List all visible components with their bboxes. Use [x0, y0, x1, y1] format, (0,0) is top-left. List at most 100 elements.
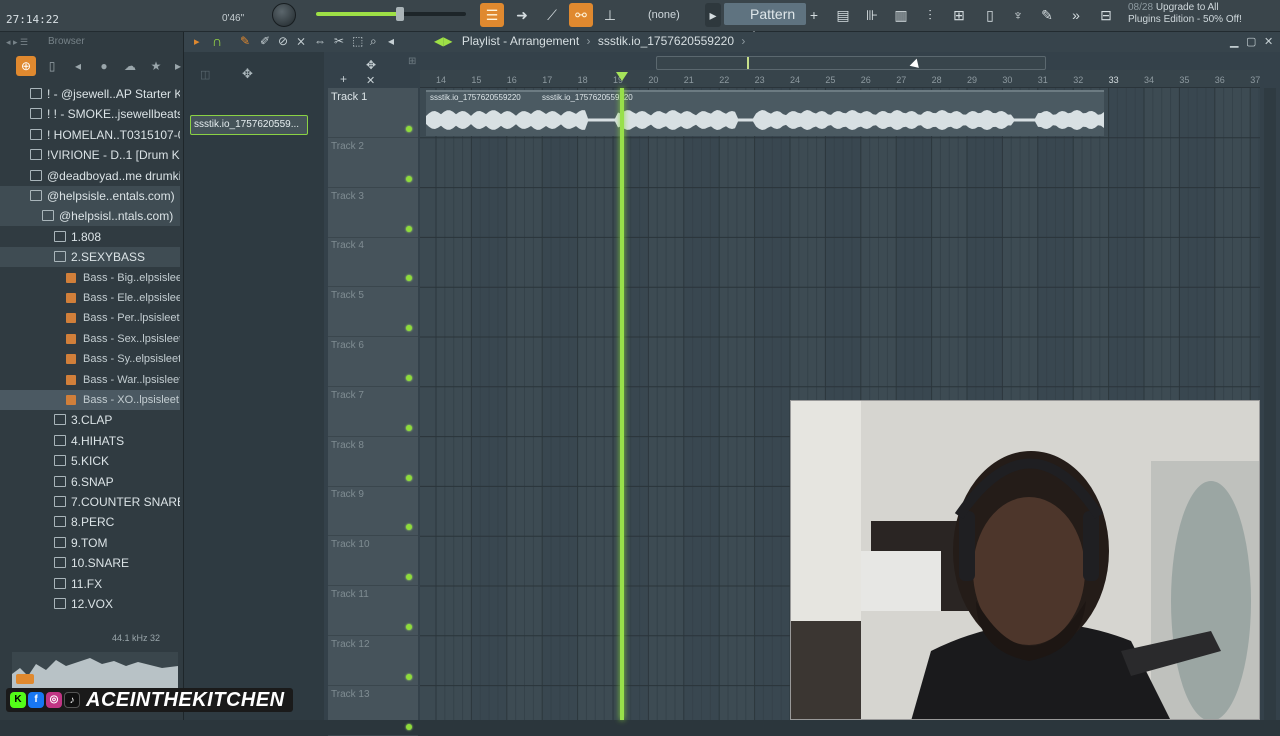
browser-menu-icon[interactable]: ◂ ▸ ☰ — [6, 37, 28, 48]
track-enable-led[interactable] — [406, 325, 412, 332]
snap-select[interactable]: (none) — [642, 6, 698, 24]
grid-options-icon[interactable]: ⊞ — [408, 56, 416, 67]
browser-folder-item[interactable]: 1.808 — [0, 227, 180, 247]
track-enable-led[interactable] — [406, 175, 412, 182]
move-icon[interactable]: ✥ — [366, 58, 376, 72]
track-enable-led[interactable] — [406, 275, 412, 282]
track-header[interactable]: Track 2 — [328, 138, 418, 188]
pencil-tool-icon[interactable]: ✎ — [240, 34, 250, 48]
browser-file-item[interactable]: Bass - Per..lpsisleet — [0, 308, 180, 328]
browser-speaker-icon[interactable]: ◂ — [68, 56, 88, 76]
track-enable-led[interactable] — [406, 624, 412, 630]
browser-tree-icon[interactable]: ⊞ — [947, 3, 971, 27]
browser-folder-item[interactable]: 4.HIHATS — [0, 431, 180, 451]
file-icon[interactable]: ▯ — [978, 3, 1002, 27]
arrow-right-icon[interactable]: ➜ — [510, 3, 534, 27]
browser-folder-item[interactable]: 12.VOX — [0, 594, 180, 614]
slip-tool-icon[interactable]: ⇔ — [314, 34, 326, 48]
vertical-scrollbar[interactable] — [1264, 88, 1276, 720]
cart-icon[interactable]: ⊟ — [1094, 3, 1118, 27]
track-header[interactable]: Track 3 — [328, 188, 418, 238]
track-header[interactable]: Track 9 — [328, 486, 418, 537]
pattern-list-item[interactable]: ssstik.io_1757620559... — [190, 115, 308, 135]
playlist-icon[interactable]: ▤ — [831, 3, 855, 27]
magnet-icon[interactable]: ∩ — [212, 33, 222, 49]
track-enable-led[interactable] — [406, 225, 412, 232]
browser-file-item[interactable]: Bass - Sex..lpsisleet — [0, 329, 180, 349]
track-enable-led[interactable] — [406, 474, 412, 481]
breadcrumb-chevron-icon[interactable]: › — [741, 34, 745, 48]
browser-folder-item[interactable]: !VIRIONE - D..1 [Drum Kit] — [0, 145, 180, 165]
master-volume-handle[interactable] — [396, 7, 404, 21]
pencil-icon[interactable]: ⟋ — [540, 3, 564, 27]
add-pattern-icon[interactable]: + — [806, 3, 822, 27]
browser-folder-item[interactable]: @helpsisle..entals.com) — [0, 186, 180, 206]
browser-folder-item[interactable]: 10.SNARE — [0, 553, 180, 573]
track-header[interactable]: Track 12 — [328, 636, 418, 686]
track-header[interactable]: Track 7 — [328, 387, 418, 437]
browser-folder-item[interactable]: 7.COUNTER SNARE — [0, 492, 180, 512]
track-header[interactable]: Track 11 — [328, 586, 418, 636]
channel-rack-icon[interactable]: ▥ — [889, 3, 913, 27]
browser-folder-item[interactable]: 5.KICK — [0, 451, 180, 471]
track-header[interactable]: Track 10 — [328, 536, 418, 587]
track-enable-led[interactable] — [406, 126, 412, 132]
browser-cloud-icon[interactable]: ☁ — [120, 56, 140, 76]
track-enable-led[interactable] — [406, 673, 412, 680]
browser-file-item[interactable]: Bass - Big..elpsisleet — [0, 268, 180, 288]
forward-icon[interactable]: » — [1064, 3, 1088, 27]
browser-star-icon[interactable]: ★ — [146, 56, 166, 76]
wrench-icon[interactable]: ✎ — [1035, 3, 1059, 27]
plugin-icon[interactable]: ♆ — [1006, 3, 1030, 27]
browser-folder-item[interactable]: 3.CLAP — [0, 410, 180, 430]
playlist-play-icon[interactable]: ▸ — [194, 35, 200, 48]
track-enable-led[interactable] — [406, 723, 412, 730]
master-volume-slider[interactable] — [316, 7, 466, 21]
minimize-icon[interactable]: ▁ — [1230, 35, 1238, 48]
playback-tool-icon[interactable]: ◂ — [388, 34, 394, 48]
close-icon[interactable]: ✕ — [1264, 35, 1273, 48]
stamp-icon[interactable]: ⊥ — [598, 3, 622, 27]
track-header[interactable]: Track 4 — [328, 237, 418, 288]
master-pitch-knob[interactable] — [272, 3, 296, 27]
pattern-move-icon[interactable]: ✥ — [242, 66, 253, 82]
browser-file-item[interactable]: Bass - Sy..elpsisleet — [0, 349, 180, 369]
mixer-icon[interactable]: ⫶ — [918, 3, 942, 27]
track-header[interactable]: Track 1 — [328, 88, 418, 138]
browser-file-item[interactable]: Bass - War..lpsisleet — [0, 370, 180, 390]
play-pattern-icon[interactable]: ▸ — [705, 3, 721, 27]
track-enable-led[interactable] — [406, 574, 412, 581]
browser-plugin-icon[interactable]: ● — [94, 56, 114, 76]
slice-tool-icon[interactable]: ✂ — [334, 34, 344, 48]
browser-file-item[interactable]: Bass - Ele..elpsisleet — [0, 288, 180, 308]
playlist-window-icon[interactable]: ☰ — [480, 3, 504, 27]
browser-folder-item[interactable]: 6.SNAP — [0, 472, 180, 492]
track-enable-led[interactable] — [406, 424, 412, 431]
playhead-marker[interactable] — [616, 72, 629, 81]
browser-file-item[interactable]: Bass - XO..lpsisleet — [0, 390, 180, 410]
track-enable-led[interactable] — [406, 375, 412, 381]
browser-all-icon[interactable]: ⊕ — [16, 56, 36, 76]
delete-tool-icon[interactable]: ⊘ — [278, 34, 288, 48]
track-header[interactable]: Track 8 — [328, 437, 418, 487]
browser-folder-item[interactable]: 2.SEXYBASS — [0, 247, 180, 268]
pattern-filter-icon[interactable]: ◫ — [200, 68, 210, 81]
track-header[interactable]: Track 13 — [328, 686, 418, 736]
browser-file-icon[interactable]: ▯ — [42, 56, 62, 76]
track-header[interactable]: Track 5 — [328, 287, 418, 338]
mute-tool-icon[interactable]: ⨯ — [296, 34, 306, 48]
add-track-icon[interactable]: + — [340, 72, 347, 86]
horizontal-scrollbar[interactable] — [656, 56, 1046, 70]
pattern-selector[interactable]: Pattern 1 — [724, 3, 806, 44]
brush-tool-icon[interactable]: ✐ — [260, 34, 270, 48]
browser-folder-item[interactable]: 9.TOM — [0, 533, 180, 553]
link-icon[interactable]: ⚯ — [569, 3, 593, 27]
audio-clip[interactable]: ssstik.io_1757620559220 ssstik.io_175762… — [426, 90, 1104, 136]
browser-folder-item[interactable]: ! HOMELAN..T0315107-001 — [0, 125, 180, 145]
browser-folder-item[interactable]: @deadboyad..me drumkit — [0, 166, 180, 186]
close-tracks-icon[interactable]: ✕ — [366, 74, 375, 87]
select-tool-icon[interactable]: ⬚ — [352, 34, 363, 48]
browser-folder-item[interactable]: 11.FX — [0, 574, 180, 594]
browser-folder-item[interactable]: ! - @jsewell..AP Starter Kit — [0, 84, 180, 104]
piano-roll-icon[interactable]: ⊪ — [860, 3, 884, 27]
